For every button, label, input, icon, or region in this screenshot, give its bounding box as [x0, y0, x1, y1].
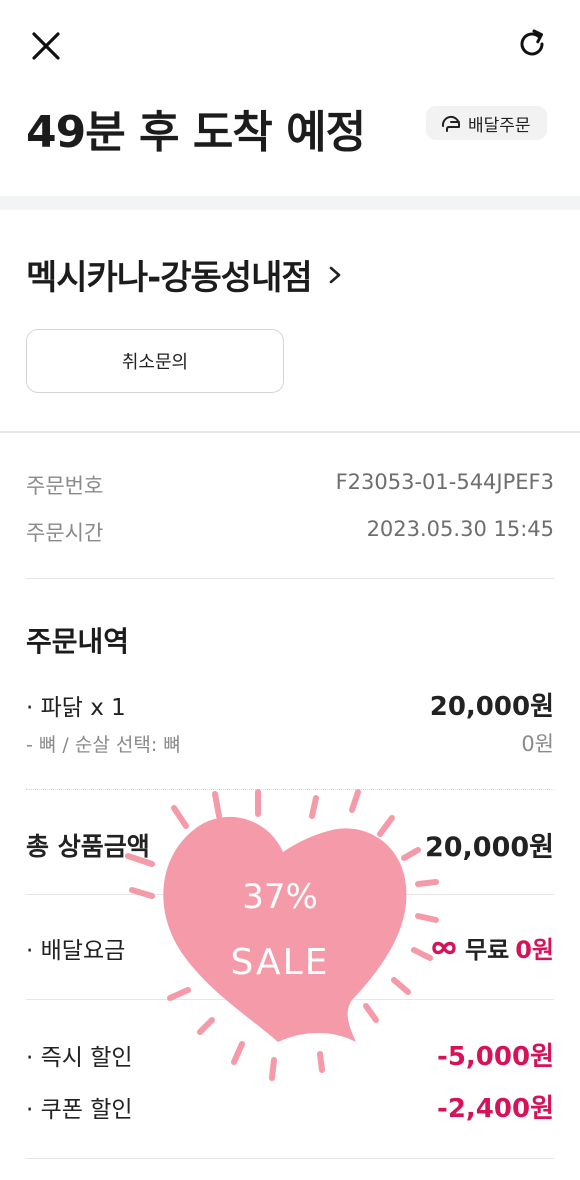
- divider: [0, 431, 580, 433]
- top-bar: [0, 0, 580, 90]
- coupon-discount-value: -2,400원: [437, 1094, 554, 1124]
- order-item-name: · 파닭 x 1: [26, 694, 126, 721]
- refresh-button[interactable]: [514, 26, 550, 62]
- store-link[interactable]: 멕시카나-강동성내점: [26, 250, 344, 299]
- delivery-type-chip[interactable]: 배달주문: [426, 106, 547, 140]
- divider: [26, 789, 554, 790]
- cancel-inquiry-button[interactable]: 취소문의: [26, 329, 284, 393]
- helmet-icon: [441, 115, 460, 132]
- subtotal-row: 총 상품금액 20,000원: [26, 825, 554, 864]
- divider: [26, 578, 554, 579]
- order-item-row: · 파닭 x 1 20,000원: [26, 686, 554, 723]
- chevron-right-icon: [329, 266, 340, 283]
- divider: [26, 999, 554, 1000]
- delivery-fee-row: · 배달요금 무료 0원: [26, 930, 554, 965]
- subtotal-label: 총 상품금액: [26, 831, 150, 861]
- order-number-value: F23053-01-544JPEF3: [335, 470, 554, 494]
- close-icon: [32, 32, 60, 60]
- order-number-row: 주문번호 F23053-01-544JPEF3: [26, 470, 554, 500]
- section-divider: [0, 196, 580, 210]
- refresh-icon: [520, 29, 544, 56]
- delivery-fee-amount: 0원: [515, 936, 554, 964]
- divider: [26, 1158, 554, 1159]
- order-time-row: 주문시간 2023.05.30 15:45: [26, 517, 554, 547]
- order-time-value: 2023.05.30 15:45: [366, 517, 554, 541]
- coupon-discount-row: · 쿠폰 할인 -2,400원: [26, 1088, 554, 1125]
- sticker-percent: 37%: [242, 877, 318, 917]
- close-button[interactable]: [26, 26, 66, 66]
- store-name: 멕시카나-강동성내점: [26, 258, 313, 298]
- instant-discount-value: -5,000원: [437, 1042, 554, 1072]
- subtotal-value: 20,000원: [424, 832, 554, 863]
- instant-discount-row: · 즉시 할인 -5,000원: [26, 1036, 554, 1073]
- coupon-discount-label: · 쿠폰 할인: [26, 1096, 133, 1123]
- delivery-fee-value: 무료 0원: [429, 930, 554, 965]
- order-option-price: 0원: [521, 732, 554, 756]
- delivery-free-text: 무료: [465, 936, 510, 964]
- order-details-title: 주문내역: [26, 625, 130, 658]
- delivery-chip-label: 배달주문: [468, 115, 531, 136]
- order-time-label: 주문시간: [26, 521, 104, 545]
- order-item-price: 20,000원: [429, 692, 554, 722]
- order-option-name: - 뼈 / 순살 선택: 뼈: [26, 733, 181, 756]
- eta-title: 49분 후 도착 예정: [26, 107, 366, 158]
- order-option-row: - 뼈 / 순살 선택: 뼈 0원: [26, 728, 554, 758]
- order-number-label: 주문번호: [26, 474, 104, 498]
- delivery-fee-label: · 배달요금: [26, 937, 126, 964]
- infinity-icon: [432, 941, 456, 954]
- divider: [26, 894, 554, 895]
- instant-discount-label: · 즉시 할인: [26, 1044, 133, 1071]
